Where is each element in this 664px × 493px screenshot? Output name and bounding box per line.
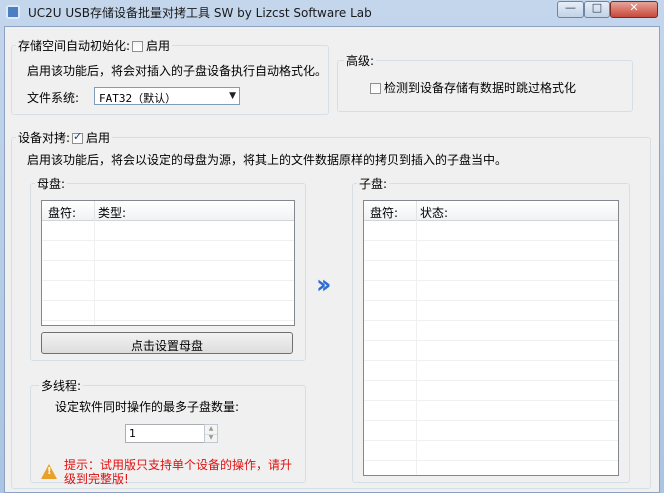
copy-direction-icon: ›› xyxy=(316,270,332,300)
skip-format-label: 检测到设备存储有数据时跳过格式化 xyxy=(384,81,577,95)
child-col-status[interactable]: 状态: xyxy=(420,204,448,221)
storage-format-title-text: 存储空间自动初始化: xyxy=(18,39,131,53)
device-copy-description: 启用该功能后，将会以设定的母盘为源，将其上的文件数据原样的拷贝到插入的子盘当中。 xyxy=(27,153,508,167)
storage-format-group: 存储空间自动初始化: 启用 启用该功能后，将会对插入的子盘设备执行自动格式化。 文… xyxy=(11,37,329,115)
max-devices-label: 设定软件同时操作的最多子盘数量: xyxy=(55,400,240,414)
set-master-disk-label: 点击设置母盘 xyxy=(130,339,203,353)
multithread-title: 多线程: xyxy=(39,377,84,394)
multithread-group: 多线程: 设定软件同时操作的最多子盘数量: 1 ▲ ▼ ! 提示：试用版只支持单… xyxy=(30,377,306,486)
master-disk-title: 母盘: xyxy=(35,175,68,192)
minimize-button[interactable]: — xyxy=(557,1,584,18)
storage-format-title: 存储空间自动初始化: 启用 xyxy=(16,37,173,54)
master-col-type[interactable]: 类型: xyxy=(98,204,126,221)
set-master-disk-button[interactable]: 点击设置母盘 xyxy=(41,332,293,354)
max-devices-spinner[interactable]: ▲ ▼ xyxy=(204,424,218,443)
minimize-icon: — xyxy=(565,1,576,14)
skip-format-option[interactable]: 检测到设备存储有数据时跳过格式化 xyxy=(368,79,576,96)
app-window: UC2U USB存储设备批量对拷工具 SW by Lizcst Software… xyxy=(0,0,664,493)
client-area: 存储空间自动初始化: 启用 启用该功能后，将会对插入的子盘设备执行自动格式化。 文… xyxy=(4,26,660,493)
child-disk-list-header: 盘符: 状态: xyxy=(364,201,618,221)
child-disk-title: 子盘: xyxy=(357,175,390,192)
close-button[interactable]: ✕ xyxy=(610,1,658,18)
storage-format-enable-checkbox[interactable] xyxy=(132,41,144,52)
filesystem-label: 文件系统: xyxy=(27,91,80,105)
app-icon xyxy=(6,5,20,19)
maximize-icon: □ xyxy=(591,1,603,14)
child-disk-group: 子盘: 盘符: 状态: xyxy=(352,175,630,483)
device-copy-title: 设备对拷: 启用 xyxy=(16,129,113,146)
filesystem-value: FAT32（默认） xyxy=(99,92,177,105)
max-devices-input[interactable]: 1 xyxy=(125,424,205,443)
storage-format-description: 启用该功能后，将会对插入的子盘设备执行自动格式化。 xyxy=(27,64,328,78)
advanced-group: 高级: 检测到设备存储有数据时跳过格式化 xyxy=(337,52,633,112)
skip-format-checkbox[interactable] xyxy=(370,83,381,94)
device-copy-enable-checkbox[interactable] xyxy=(72,130,84,144)
master-disk-list-header: 盘符: 类型: xyxy=(42,201,294,221)
chevron-down-icon: ▼ xyxy=(229,91,236,101)
master-disk-group: 母盘: 盘符: 类型: 点击设置母盘 xyxy=(30,175,306,361)
advanced-title: 高级: xyxy=(344,52,377,69)
filesystem-select[interactable]: FAT32（默认） ▼ xyxy=(94,87,240,105)
warning-icon: ! xyxy=(41,464,57,479)
storage-format-enable-label: 启用 xyxy=(146,39,171,53)
spin-down-icon[interactable]: ▼ xyxy=(205,434,217,443)
device-copy-title-text: 设备对拷: xyxy=(18,131,71,145)
device-copy-enable-label: 启用 xyxy=(86,131,111,145)
title-bar[interactable]: UC2U USB存储设备批量对拷工具 SW by Lizcst Software… xyxy=(0,0,664,24)
max-devices-value: 1 xyxy=(129,427,136,440)
master-disk-list[interactable]: 盘符: 类型: xyxy=(41,200,295,326)
trial-warning-text: 提示：试用版只支持单个设备的操作，请升级到完整版! xyxy=(64,458,293,486)
child-col-drive[interactable]: 盘符: xyxy=(370,204,398,221)
close-icon: ✕ xyxy=(629,1,639,14)
window-title: UC2U USB存储设备批量对拷工具 SW by Lizcst Software… xyxy=(28,6,372,20)
maximize-button[interactable]: □ xyxy=(584,1,610,18)
device-copy-group: 设备对拷: 启用 启用该功能后，将会以设定的母盘为源，将其上的文件数据原样的拷贝到… xyxy=(11,129,651,489)
master-col-drive[interactable]: 盘符: xyxy=(48,204,76,221)
child-disk-list[interactable]: 盘符: 状态: xyxy=(363,200,619,476)
